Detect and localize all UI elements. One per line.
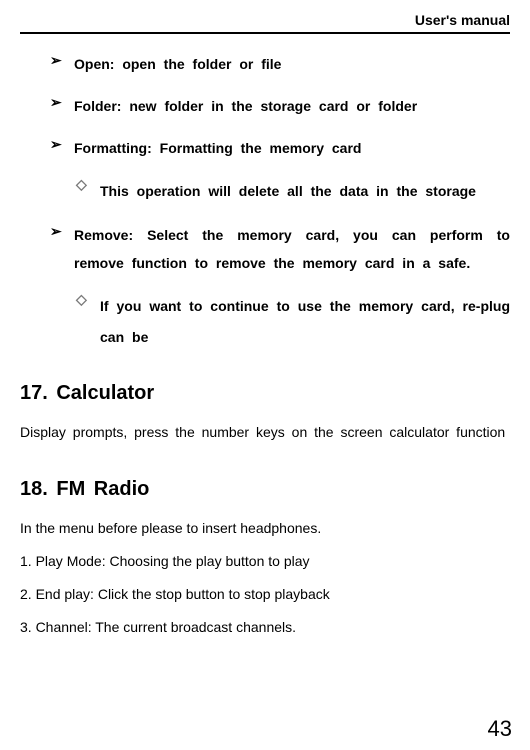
- page-number: 43: [488, 716, 512, 742]
- header-title: User's manual: [415, 12, 510, 28]
- calculator-body: Display prompts, press the number keys o…: [20, 417, 510, 448]
- arrow-icon: ➢: [50, 50, 74, 71]
- sub-formatting: ◇ This operation will delete all the dat…: [76, 176, 510, 207]
- fmradio-intro: In the menu before please to insert head…: [20, 513, 510, 544]
- diamond-icon: ◇: [76, 291, 100, 308]
- page-header: User's manual: [20, 12, 510, 34]
- fmradio-item1: 1. Play Mode: Choosing the play button t…: [20, 546, 510, 577]
- bullet-formatting: ➢ Formatting: Formatting the memory card: [50, 134, 510, 162]
- fmradio-item3: 3. Channel: The current broadcast channe…: [20, 612, 510, 643]
- heading-fmradio: 18. FM Radio: [20, 478, 510, 501]
- bullet-open-text: Open: open the folder or file: [74, 50, 510, 78]
- bullet-remove-text: Remove: Select the memory card, you can …: [74, 221, 510, 277]
- sub-formatting-text: This operation will delete all the data …: [100, 176, 510, 207]
- main-bullet-list: ➢ Open: open the folder or file ➢ Folder…: [20, 50, 510, 352]
- bullet-open: ➢ Open: open the folder or file: [50, 50, 510, 78]
- heading-calculator: 17. Calculator: [20, 382, 510, 405]
- bullet-formatting-text: Formatting: Formatting the memory card: [74, 134, 510, 162]
- arrow-icon: ➢: [50, 92, 74, 113]
- sub-remove: ◇ If you want to continue to use the mem…: [76, 291, 510, 353]
- bullet-folder-text: Folder: new folder in the storage card o…: [74, 92, 510, 120]
- arrow-icon: ➢: [50, 134, 74, 155]
- bullet-remove: ➢ Remove: Select the memory card, you ca…: [50, 221, 510, 277]
- sub-remove-text: If you want to continue to use the memor…: [100, 291, 510, 353]
- bullet-folder: ➢ Folder: new folder in the storage card…: [50, 92, 510, 120]
- diamond-icon: ◇: [76, 176, 100, 193]
- arrow-icon: ➢: [50, 221, 74, 242]
- fmradio-item2: 2. End play: Click the stop button to st…: [20, 579, 510, 610]
